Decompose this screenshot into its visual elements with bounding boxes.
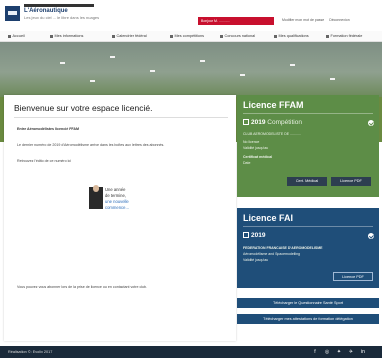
ffam-pdf-button[interactable]: Licence PDF — [331, 177, 371, 186]
club-name: CLUB AEROMODELISTE DE ........... — [243, 132, 301, 136]
fai-pdf-button[interactable]: Licence PDF — [333, 272, 373, 281]
nav-item-competitions[interactable]: Mes compétitions — [170, 34, 204, 38]
nav-label: Formation fédérale — [330, 34, 363, 38]
license-fai-title: Licence FAI — [243, 213, 294, 223]
divider — [243, 226, 373, 227]
welcome-title: Bienvenue sur votre espace licencié. — [14, 103, 153, 113]
license-year-line: 2019 Compétition — [243, 119, 302, 126]
plane-shape — [110, 56, 115, 58]
top-links: Modifier mon mot de passe Déconnexion — [282, 18, 354, 22]
nav-item-formation[interactable]: Formation fédérale — [326, 34, 362, 38]
license-valid-label: Validité jusqu'au — [243, 146, 269, 150]
nav-item-concours[interactable]: Concours national — [220, 34, 255, 38]
plane-shape — [150, 70, 155, 72]
instagram-icon[interactable]: ◎ — [324, 349, 330, 355]
certificate-label: Certificat médical — [243, 155, 273, 159]
nav-label: Mes compétitions — [174, 34, 205, 38]
org-name: L'Aéronautique — [24, 8, 68, 14]
fai-valid-label: Validité jusqu'au — [243, 258, 269, 262]
plane-shape — [200, 60, 205, 62]
plane-shape — [240, 74, 245, 76]
license-fai-card: Licence FAI 2019 FEDERATION FRANCAISE D'… — [237, 208, 379, 288]
nav-item-accueil[interactable]: Accueil — [8, 34, 25, 38]
subscribe-note: Vous pouvez vous abonner lors de la pris… — [17, 285, 148, 289]
promo-banner[interactable]: Une année de termine, une nouvelle comme… — [89, 185, 155, 215]
user-icon — [50, 34, 53, 38]
flag-icon — [220, 34, 223, 38]
promo-line: une nouvelle — [105, 199, 129, 204]
check-circle-icon — [368, 233, 374, 239]
change-password-link[interactable]: Modifier mon mot de passe — [282, 18, 324, 22]
calendar-icon — [243, 232, 249, 239]
plane-shape — [330, 78, 335, 80]
nav-label: Mes qualifications — [278, 34, 309, 38]
license-year: 2019 — [251, 119, 266, 126]
org-block: L'Aéronautique Les jeux du ciel ... le l… — [24, 4, 102, 20]
news-line: Le dernier numéro de 2019 d'Aéromodélism… — [17, 143, 165, 147]
book-icon — [326, 34, 329, 38]
org-bar — [24, 4, 94, 7]
license-category: Compétition — [267, 119, 302, 126]
license-number-label: No licence — [243, 140, 260, 144]
header: L'Aéronautique Les jeux du ciel ... le l… — [0, 0, 382, 30]
edito-link[interactable]: Retrouvez l'édito de ce numéro ici — [17, 159, 71, 163]
check-circle-icon — [368, 120, 374, 126]
ffam-logo-icon[interactable] — [5, 6, 20, 21]
license-year-line: 2019 — [243, 232, 265, 239]
promo-line: Une année — [105, 187, 126, 192]
calendar-icon — [112, 34, 115, 38]
org-subtitle: Les jeux du ciel ... le libre dans les n… — [24, 15, 100, 20]
divider — [243, 113, 373, 114]
license-ffam-card: Licence FFAM 2019 Compétition CLUB AEROM… — [237, 95, 379, 197]
airplane-icon[interactable]: ✈ — [348, 349, 354, 355]
federation-name: FEDERATION FRANCAISE D'AEROMODELISME — [243, 246, 323, 250]
download-questionnaire-button[interactable]: Télécharger le Questionnaire Santé Sport — [237, 298, 379, 308]
linkedin-icon[interactable]: in — [360, 349, 366, 355]
plane-shape — [90, 80, 95, 82]
twitter-icon[interactable]: ✦ — [336, 349, 342, 355]
nav-label: Concours national — [224, 34, 256, 38]
main-nav: Accueil Mes informations Calendrier fédé… — [0, 31, 382, 42]
club-line: Entre Aéromodélistes licencié FFAM — [17, 127, 79, 131]
nav-item-qualifications[interactable]: Mes qualifications — [274, 34, 309, 38]
medical-cert-button[interactable]: Cert. Médical — [287, 177, 327, 186]
promo-line: de termine, — [105, 193, 126, 198]
logout-link[interactable]: Déconnexion — [329, 18, 349, 22]
home-icon — [8, 34, 11, 38]
license-ffam-title: Licence FFAM — [243, 100, 304, 110]
welcome-panel: Bienvenue sur votre espace licencié. Ent… — [4, 95, 236, 341]
user-button[interactable]: Bonjour M. ........... — [198, 17, 274, 25]
nav-label: Accueil — [12, 34, 25, 38]
plane-shape — [290, 64, 295, 66]
promo-line: commence... — [105, 205, 129, 210]
badge-icon — [274, 34, 277, 38]
license-year: 2019 — [251, 232, 266, 239]
discipline: Aéromodélisme and Spacemodelling — [243, 252, 301, 256]
nav-label: Mes informations — [54, 34, 84, 38]
nav-item-infos[interactable]: Mes informations — [50, 34, 83, 38]
footer-credit: Réalisation ©: Evolix 2017 — [8, 350, 53, 354]
nav-label: Calendrier fédéral — [116, 34, 147, 38]
facebook-icon[interactable]: f — [312, 349, 318, 355]
person-image — [89, 185, 103, 209]
certificate-date-label: Date — [243, 161, 251, 165]
divider — [14, 117, 228, 118]
nav-item-calendrier[interactable]: Calendrier fédéral — [112, 34, 147, 38]
download-attestations-button[interactable]: Télécharger mes attestations de formatio… — [237, 314, 379, 324]
calendar-icon — [243, 119, 249, 126]
trophy-icon — [170, 34, 173, 38]
plane-shape — [60, 62, 65, 64]
footer: Réalisation ©: Evolix 2017 f ◎ ✦ ✈ in — [0, 346, 382, 358]
